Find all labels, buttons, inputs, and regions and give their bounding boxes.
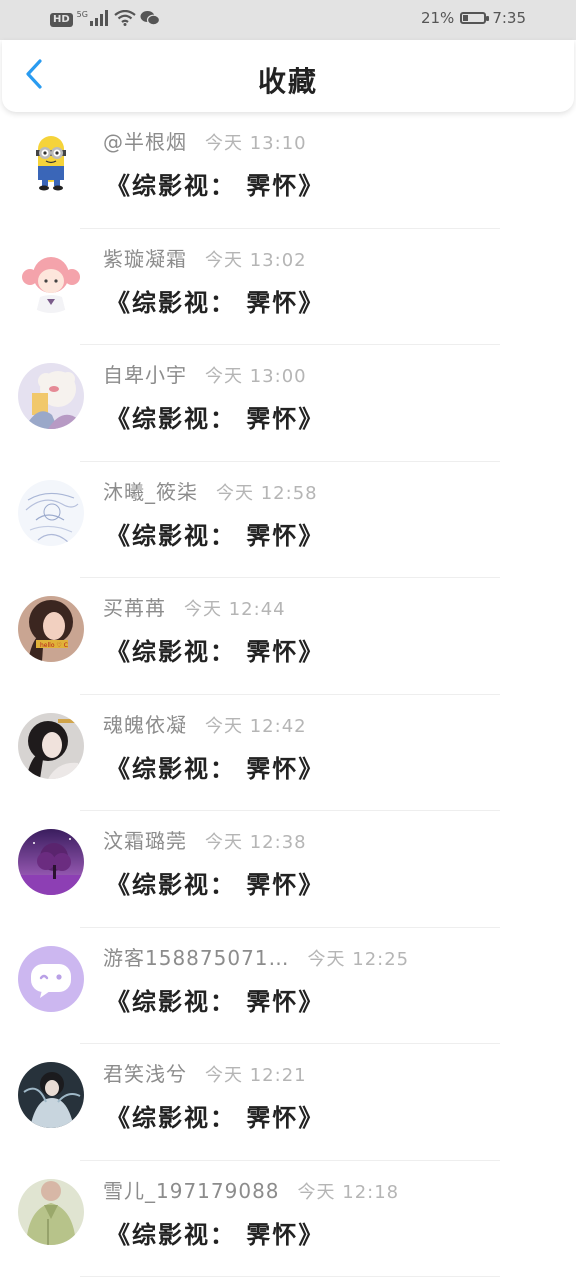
item-meta: 游客158875071… 今天 12:25 bbox=[103, 942, 409, 971]
timestamp: 今天 12:58 bbox=[216, 482, 318, 504]
item-meta: 自卑小宇 今天 13:00 bbox=[103, 359, 307, 388]
list-item[interactable]: 君笑浅兮 今天 12:21 《综影视： 霁怀》 bbox=[0, 1044, 576, 1161]
timestamp: 今天 12:18 bbox=[297, 1181, 400, 1203]
timestamp: 今天 12:44 bbox=[184, 599, 286, 620]
sketch-anime-avatar[interactable] bbox=[18, 479, 84, 546]
battery-fill bbox=[463, 15, 468, 21]
list-item[interactable]: 游客158875071… 今天 12:25 《综影视： 霁怀》 bbox=[0, 928, 576, 1044]
list-item[interactable]: 沐曦_筱柒 今天 12:58 《综影视： 霁怀》 bbox=[0, 462, 576, 578]
item-meta: 雪儿_197179088 今天 12:18 bbox=[103, 1175, 399, 1204]
battery-percent: 21% bbox=[420, 9, 455, 27]
status-left: HD 5G bbox=[50, 9, 161, 30]
timestamp: 今天 12:38 bbox=[205, 832, 307, 853]
user-name[interactable]: @半根烟 bbox=[103, 126, 187, 155]
ancient-costume-avatar[interactable] bbox=[18, 1062, 84, 1128]
green-outfit-avatar[interactable] bbox=[18, 1178, 84, 1245]
timestamp: 今天 12:42 bbox=[205, 715, 307, 737]
divider bbox=[80, 1276, 500, 1277]
list-item[interactable]: hello ♡ C 买苒苒 今天 12:44 《综影视： 霁怀》 bbox=[0, 578, 576, 695]
item-meta: 魂魄依凝 今天 12:42 bbox=[103, 709, 307, 738]
svg-text:hello ♡ C: hello ♡ C bbox=[40, 642, 68, 649]
header-bar: 收藏 bbox=[2, 40, 574, 112]
work-title[interactable]: 《综影视： 霁怀》 bbox=[106, 516, 324, 551]
clock: 7:35 bbox=[492, 9, 526, 27]
timestamp: 今天 13:00 bbox=[205, 366, 307, 387]
pink-hair-girl-avatar[interactable] bbox=[18, 246, 84, 313]
work-title[interactable]: 《综影视： 霁怀》 bbox=[106, 399, 324, 434]
work-title[interactable]: 《综影视： 霁怀》 bbox=[106, 1098, 324, 1133]
item-meta: 买苒苒 今天 12:44 bbox=[103, 592, 286, 621]
user-name[interactable]: 汶霜璐莞 bbox=[103, 825, 187, 854]
user-name[interactable]: 沐曦_筱柒 bbox=[103, 476, 198, 505]
guest-chat-avatar[interactable] bbox=[18, 945, 84, 1012]
page-title: 收藏 bbox=[257, 65, 318, 98]
network-type: 5G bbox=[76, 9, 88, 19]
purple-tree-avatar[interactable] bbox=[18, 829, 84, 895]
item-meta: 紫璇凝霜 今天 13:02 bbox=[103, 243, 307, 272]
user-name[interactable]: 自卑小宇 bbox=[103, 359, 187, 388]
list-item[interactable]: 自卑小宇 今天 13:00 《综影视： 霁怀》 bbox=[0, 345, 576, 462]
timestamp: 今天 13:10 bbox=[205, 133, 307, 154]
user-name[interactable]: 君笑浅兮 bbox=[103, 1058, 187, 1087]
list-item[interactable]: @半根烟 今天 13:10 《综影视： 霁怀》 bbox=[0, 112, 576, 229]
list-item[interactable]: 雪儿_197179088 今天 12:18 《综影视： 霁怀》 bbox=[0, 1161, 576, 1277]
work-title[interactable]: 《综影视： 霁怀》 bbox=[106, 1215, 324, 1250]
timestamp: 今天 12:25 bbox=[307, 948, 410, 970]
timestamp: 今天 12:21 bbox=[205, 1065, 307, 1086]
user-name[interactable]: 魂魄依凝 bbox=[103, 709, 187, 738]
anime-sheep-avatar[interactable] bbox=[18, 363, 84, 429]
user-name[interactable]: 紫璇凝霜 bbox=[103, 243, 187, 272]
user-name[interactable]: 雪儿_197179088 bbox=[103, 1175, 280, 1204]
favorites-list: @半根烟 今天 13:10 《综影视： 霁怀》 紫璇凝霜 今天 13:02 《综影视： … bbox=[0, 112, 576, 1277]
dark-hair-girl-avatar[interactable] bbox=[18, 712, 84, 779]
hd-badge: HD bbox=[50, 13, 73, 27]
wifi-icon bbox=[114, 9, 136, 30]
list-item[interactable]: 魂魄依凝 今天 12:42 《综影视： 霁怀》 bbox=[0, 695, 576, 811]
work-title[interactable]: 《综影视： 霁怀》 bbox=[106, 982, 324, 1017]
wechat-icon bbox=[140, 10, 161, 30]
work-title[interactable]: 《综影视： 霁怀》 bbox=[106, 166, 324, 201]
signal-icon bbox=[89, 10, 110, 30]
item-meta: 君笑浅兮 今天 12:21 bbox=[103, 1058, 307, 1087]
item-meta: 沐曦_筱柒 今天 12:58 bbox=[103, 476, 318, 505]
status-bar: HD 5G 21% 7:35 bbox=[0, 0, 576, 40]
item-meta: @半根烟 今天 13:10 bbox=[103, 126, 307, 155]
timestamp: 今天 13:02 bbox=[205, 249, 307, 271]
list-item[interactable]: 汶霜璐莞 今天 12:38 《综影视： 霁怀》 bbox=[0, 811, 576, 928]
status-right: 21% 7:35 bbox=[421, 9, 526, 27]
list-item[interactable]: 紫璇凝霜 今天 13:02 《综影视： 霁怀》 bbox=[0, 229, 576, 345]
battery-icon bbox=[460, 12, 490, 24]
work-title[interactable]: 《综影视： 霁怀》 bbox=[106, 749, 324, 784]
user-name[interactable]: 游客158875071… bbox=[103, 942, 290, 971]
work-title[interactable]: 《综影视： 霁怀》 bbox=[106, 865, 324, 900]
photo-girl-avatar[interactable]: hello ♡ C bbox=[18, 596, 84, 662]
user-name[interactable]: 买苒苒 bbox=[103, 592, 166, 621]
work-title[interactable]: 《综影视： 霁怀》 bbox=[106, 283, 324, 318]
minion-avatar[interactable] bbox=[18, 130, 84, 196]
work-title[interactable]: 《综影视： 霁怀》 bbox=[106, 632, 324, 667]
item-meta: 汶霜璐莞 今天 12:38 bbox=[103, 825, 307, 854]
